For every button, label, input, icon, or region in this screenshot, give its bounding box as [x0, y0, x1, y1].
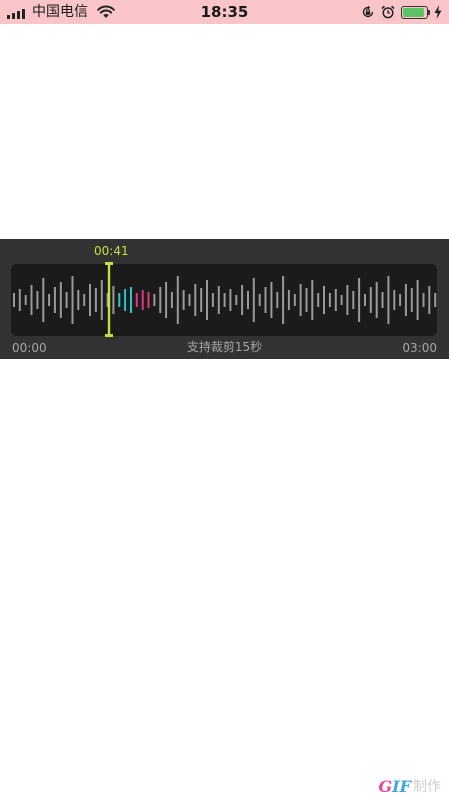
status-bar: 中国电信 18:35	[0, 0, 449, 24]
waveform-bar	[59, 282, 62, 318]
battery-level	[403, 8, 424, 17]
charging-icon	[434, 5, 442, 19]
waveform-bar	[410, 288, 413, 312]
waveform-bar	[346, 285, 349, 315]
waveform-bar	[299, 284, 302, 316]
alarm-icon	[381, 5, 395, 19]
waveform-bar	[381, 292, 384, 308]
waveform-bar	[428, 286, 431, 314]
waveform-bar	[241, 285, 244, 315]
waveform-bar	[223, 293, 226, 307]
waveform-bar	[159, 287, 162, 313]
waveform	[13, 276, 437, 324]
waveform-bar	[364, 294, 366, 306]
waveform-bar	[416, 280, 419, 320]
waveform-bar	[48, 294, 51, 306]
waveform-bar	[375, 282, 378, 318]
watermark-logo: GIF	[378, 776, 411, 796]
trim-handle[interactable]	[103, 262, 115, 337]
orientation-lock-icon	[362, 5, 374, 18]
waveform-bar	[369, 287, 372, 313]
waveform-bar	[247, 291, 249, 309]
waveform-bar	[287, 290, 290, 310]
waveform-bar	[83, 294, 86, 306]
waveform-bar	[323, 286, 325, 314]
waveform-track[interactable]	[11, 264, 437, 336]
waveform-bar	[328, 293, 331, 307]
waveform-bar	[188, 294, 191, 306]
waveform-bar	[147, 292, 150, 308]
marker-time-label: 00:41	[94, 244, 129, 258]
waveform-bar	[340, 295, 343, 305]
trim-panel: 00:41 00:00 支持裁剪15秒 03:00	[0, 239, 449, 359]
waveform-bar	[89, 284, 91, 316]
waveform-bar	[71, 276, 74, 324]
waveform-bar	[264, 287, 267, 313]
waveform-bar	[200, 288, 203, 312]
waveform-bar	[404, 284, 407, 316]
battery-icon	[401, 6, 430, 19]
waveform-bar	[165, 282, 168, 318]
waveform-bar	[317, 293, 320, 307]
waveform-bar	[24, 295, 27, 305]
waveform-bar	[211, 293, 214, 307]
watermark-text: 制作	[413, 778, 441, 795]
waveform-bar	[36, 291, 39, 309]
waveform-bar	[352, 291, 355, 309]
waveform-bar	[293, 294, 296, 306]
waveform-bar	[334, 289, 337, 311]
waveform-bar	[229, 289, 232, 311]
waveform-bar	[182, 290, 185, 310]
waveform-bar	[387, 276, 390, 324]
waveform-bar	[130, 287, 132, 313]
waveform-bar	[305, 288, 308, 312]
waveform-bar	[235, 295, 238, 305]
end-time-label: 03:00	[402, 341, 437, 355]
waveform-bar	[13, 293, 15, 307]
waveform-bar	[282, 276, 285, 324]
waveform-bar	[393, 290, 396, 310]
waveform-bar	[434, 293, 437, 307]
waveform-bar	[124, 289, 127, 311]
waveform-bar	[176, 276, 179, 324]
waveform-bar	[258, 294, 261, 306]
waveform-bar	[422, 293, 425, 307]
waveform-bar	[77, 290, 80, 310]
waveform-bar	[206, 280, 208, 320]
waveform-bar	[170, 292, 173, 308]
waveform-bar	[276, 292, 279, 308]
waveform-bar	[135, 293, 138, 307]
waveform-bar	[358, 278, 361, 322]
waveform-bar	[18, 289, 21, 311]
waveform-bar	[141, 290, 144, 310]
waveform-bar	[30, 285, 33, 315]
watermark: GIF 制作	[378, 776, 441, 796]
waveform-bar	[53, 287, 56, 313]
trim-hint: 支持裁剪15秒	[186, 340, 263, 354]
waveform-bar	[153, 294, 156, 306]
waveform-bar	[399, 294, 402, 306]
waveform-bar	[194, 284, 197, 316]
waveform-bar	[270, 282, 273, 318]
waveform-bar	[217, 286, 220, 314]
waveform-bar	[118, 293, 121, 307]
waveform-bar	[311, 280, 314, 320]
waveform-bar	[252, 278, 255, 322]
waveform-bar	[42, 278, 45, 322]
waveform-bar	[94, 288, 97, 312]
waveform-bar	[65, 292, 68, 308]
